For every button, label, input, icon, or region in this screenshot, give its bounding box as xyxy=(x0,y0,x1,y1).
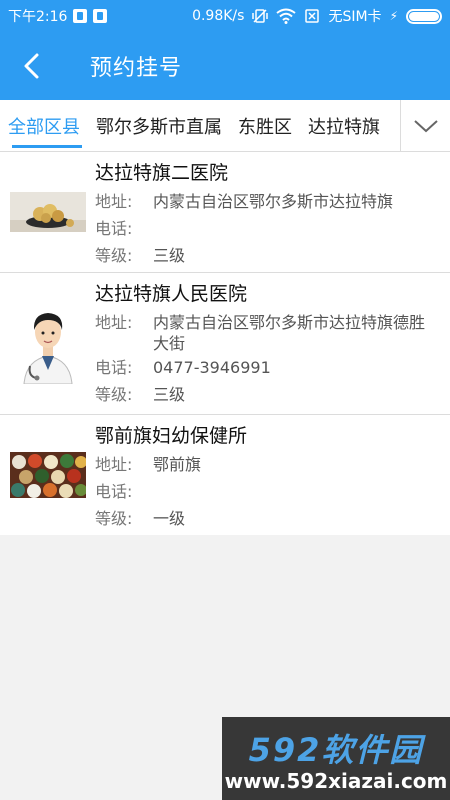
address-row: 地址: 内蒙古自治区鄂尔多斯市达拉特旗德胜大街 xyxy=(95,309,440,354)
wifi-icon xyxy=(276,8,297,24)
phone-value: 0477-3946991 xyxy=(153,358,271,377)
no-sim-icon xyxy=(305,9,320,23)
tab-district[interactable]: 东胜区 xyxy=(230,100,300,151)
hospital-name: 达拉特旗人民医院 xyxy=(95,283,248,305)
hospital-list: 达拉特旗二医院 地址: 内蒙古自治区鄂尔多斯市达拉特旗 电话: 等级: 三级 达拉特… xyxy=(0,152,450,535)
phone-row: 电话: xyxy=(95,215,440,242)
level-row: 等级: 三级 xyxy=(95,381,440,408)
level-row: 等级: 三级 xyxy=(95,242,440,269)
hospital-info: 达拉特旗二医院 地址: 内蒙古自治区鄂尔多斯市达拉特旗 电话: 等级: 三级 xyxy=(95,152,450,272)
battery-icon xyxy=(406,8,442,24)
level-value: 三级 xyxy=(153,246,186,265)
tab-district[interactable]: 鄂尔多斯市直属 xyxy=(88,100,230,151)
tab-district[interactable]: 达拉特旗 xyxy=(300,100,388,151)
vibrate-icon xyxy=(252,9,269,23)
notification-icon xyxy=(73,9,88,23)
page-title: 预约挂号 xyxy=(90,56,183,81)
level-label: 等级: xyxy=(95,246,133,265)
district-tabs: 全部区县 鄂尔多斯市直属 东胜区 达拉特旗 xyxy=(0,100,450,152)
watermark-url: www.592xiazai.com xyxy=(224,769,448,793)
level-label: 等级: xyxy=(95,385,133,404)
food-bowls-image xyxy=(0,415,95,535)
address-value: 内蒙古自治区鄂尔多斯市达拉特旗德胜大街 xyxy=(153,313,426,353)
watermark: 592软件园 www.592xiazai.com xyxy=(222,717,450,800)
address-value: 鄂前旗 xyxy=(153,455,202,474)
list-item[interactable]: 达拉特旗二医院 地址: 内蒙古自治区鄂尔多斯市达拉特旗 电话: 等级: 三级 xyxy=(0,152,450,273)
expand-tabs-button[interactable] xyxy=(400,100,450,151)
hospital-name: 鄂前旗妇幼保健所 xyxy=(95,425,248,447)
chevron-down-icon xyxy=(413,119,438,132)
level-label: 等级: xyxy=(95,509,133,528)
tab-district[interactable]: 全部区县 xyxy=(0,100,88,151)
charging-icon: ⚡ xyxy=(389,9,398,23)
address-value: 内蒙古自治区鄂尔多斯市达拉特旗 xyxy=(153,192,394,211)
level-row: 等级: 一级 xyxy=(95,505,440,532)
tabs-track: 全部区县 鄂尔多斯市直属 东胜区 达拉特旗 xyxy=(0,100,400,151)
hospital-name: 达拉特旗二医院 xyxy=(95,162,229,184)
level-value: 一级 xyxy=(153,509,186,528)
status-bar: 下午2:16 0.98K/s 无SIM卡 ⚡ xyxy=(0,0,450,32)
phone-label: 电话: xyxy=(95,219,133,238)
back-button[interactable] xyxy=(0,32,62,100)
list-item[interactable]: 达拉特旗人民医院 地址: 内蒙古自治区鄂尔多斯市达拉特旗德胜大街 电话: 0477-… xyxy=(0,273,450,415)
fruit-bowl-image xyxy=(0,152,95,272)
app-bar: 预约挂号 xyxy=(0,32,450,100)
network-speed: 0.98K/s xyxy=(192,8,245,24)
address-label: 地址: xyxy=(95,313,133,332)
phone-label: 电话: xyxy=(95,358,133,377)
address-row: 地址: 内蒙古自治区鄂尔多斯市达拉特旗 xyxy=(95,188,440,215)
address-label: 地址: xyxy=(95,192,133,211)
phone-row: 电话: 0477-3946991 xyxy=(95,354,440,381)
hospital-info: 达拉特旗人民医院 地址: 内蒙古自治区鄂尔多斯市达拉特旗德胜大街 电话: 0477-… xyxy=(95,273,450,414)
address-row: 地址: 鄂前旗 xyxy=(95,451,440,478)
watermark-brand: 592软件园 xyxy=(248,731,424,769)
chevron-left-icon xyxy=(24,53,39,79)
android-icon xyxy=(93,9,108,23)
doctor-image xyxy=(0,273,95,414)
phone-label: 电话: xyxy=(95,482,133,501)
sim-status: 无SIM卡 xyxy=(328,9,382,25)
battery-level-fill xyxy=(409,11,439,21)
phone-row: 电话: xyxy=(95,478,440,505)
status-time: 下午2:16 xyxy=(8,9,68,25)
list-item[interactable]: 鄂前旗妇幼保健所 地址: 鄂前旗 电话: 等级: 一级 xyxy=(0,415,450,535)
level-value: 三级 xyxy=(153,385,186,404)
address-label: 地址: xyxy=(95,455,133,474)
hospital-info: 鄂前旗妇幼保健所 地址: 鄂前旗 电话: 等级: 一级 xyxy=(95,415,450,535)
